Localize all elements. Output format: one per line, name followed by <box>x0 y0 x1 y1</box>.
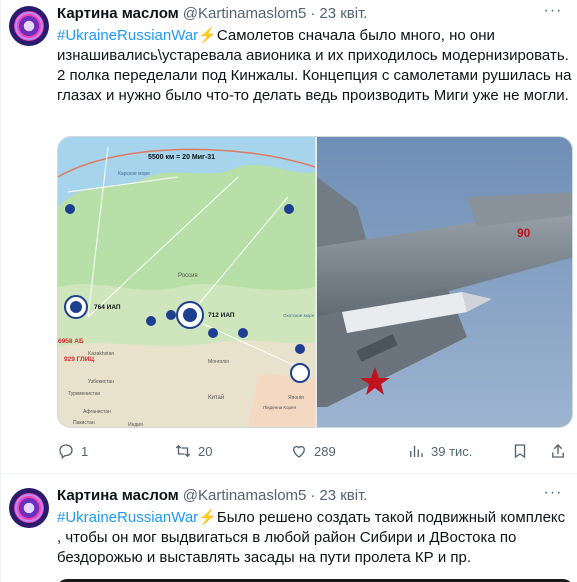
tweet-header: Картина маслом @Kartinamaslom5 · 23 квіт… <box>57 3 367 23</box>
unit-929-label: 929 ГЛИЦ <box>64 356 94 363</box>
retweet-icon <box>175 444 191 458</box>
tweet-actions: 1 20 289 39 тис. <box>57 440 573 462</box>
avatar[interactable] <box>9 6 49 46</box>
tweet[interactable]: Картина маслом @Kartinamaslom5 · 23 квіт… <box>1 475 577 582</box>
share-icon <box>552 444 564 458</box>
bookmark-icon <box>514 444 526 459</box>
separator-dot: · <box>310 486 316 504</box>
retweet-count: 20 <box>198 443 213 459</box>
like-count: 289 <box>314 443 336 459</box>
views-icon <box>410 445 423 457</box>
lightning-emoji: ⚡ <box>198 27 217 44</box>
map-image[interactable]: 5500 км = 20 Миг-31 Карское море Россия … <box>58 137 315 428</box>
views-count: 39 тис. <box>431 443 473 459</box>
svg-text:Индия: Индия <box>128 422 143 428</box>
map-label: Карское море <box>118 171 150 177</box>
hashtag-link[interactable]: #UkraineRussianWar <box>57 509 198 526</box>
svg-text:Kazakhstan: Kazakhstan <box>88 351 114 357</box>
svg-text:Пакистан: Пакистан <box>73 420 95 426</box>
aircraft-photo[interactable]: 90 <box>317 137 573 428</box>
reply-count: 1 <box>81 443 89 459</box>
author-handle[interactable]: @Kartinamaslom5 <box>183 487 307 504</box>
timeline-feed: Картина маслом @Kartinamaslom5 · 23 квіт… <box>0 0 577 582</box>
lightning-emoji: ⚡ <box>198 509 217 526</box>
svg-text:Афганистан: Афганистан <box>83 409 111 415</box>
retweet-button[interactable]: 20 <box>174 440 212 462</box>
svg-text:Японія: Японія <box>288 395 304 401</box>
tweet-header: Картина маслом @Kartinamaslom5 · 23 квіт… <box>57 485 367 505</box>
svg-text:Китай: Китай <box>208 394 224 401</box>
bookmark-button[interactable] <box>511 440 535 462</box>
author-handle[interactable]: @Kartinamaslom5 <box>183 5 307 22</box>
svg-text:Туркменистан: Туркменистан <box>68 391 100 397</box>
views-button[interactable]: 39 тис. <box>407 440 472 462</box>
hashtag-link[interactable]: #UkraineRussianWar <box>57 27 198 44</box>
map-country: Россия <box>178 273 198 279</box>
tweet-text: #UkraineRussianWar⚡Было решено создать т… <box>57 508 572 568</box>
unit-6958-label: 6958 АБ <box>58 338 84 345</box>
svg-text:Монголія: Монголія <box>208 359 229 365</box>
map-headline: 5500 км = 20 Миг-31 <box>148 154 215 161</box>
tweet-date[interactable]: 23 квіт. <box>319 487 367 504</box>
separator-dot: · <box>310 4 316 22</box>
author-name[interactable]: Картина маслом <box>57 5 179 22</box>
more-icon[interactable]: ··· <box>543 483 563 503</box>
avatar[interactable] <box>9 488 49 528</box>
svg-text:Південна Корея: Південна Корея <box>263 405 297 410</box>
tweet-media[interactable]: 5500 км = 20 Миг-31 Карское море Россия … <box>57 136 573 428</box>
reply-icon <box>59 444 73 460</box>
more-icon[interactable]: ··· <box>543 1 563 21</box>
heart-icon <box>293 445 305 458</box>
regiment-712-label: 712 ИАП <box>208 312 235 319</box>
author-name[interactable]: Картина маслом <box>57 487 179 504</box>
svg-text:Охотское море: Охотское море <box>283 313 315 318</box>
tweet-date[interactable]: 23 квіт. <box>319 5 367 22</box>
regiment-764-label: 764 ИАП <box>94 304 121 311</box>
tweet-text: #UkraineRussianWar⚡Самолетов сначала был… <box>57 26 572 106</box>
svg-text:Узбекистан: Узбекистан <box>88 379 114 385</box>
tail-number: 90 <box>517 226 531 240</box>
tweet[interactable]: Картина маслом @Kartinamaslom5 · 23 квіт… <box>1 0 577 474</box>
reply-button[interactable]: 1 <box>57 440 88 462</box>
like-button[interactable]: 289 <box>290 440 336 462</box>
share-button[interactable] <box>549 440 573 462</box>
